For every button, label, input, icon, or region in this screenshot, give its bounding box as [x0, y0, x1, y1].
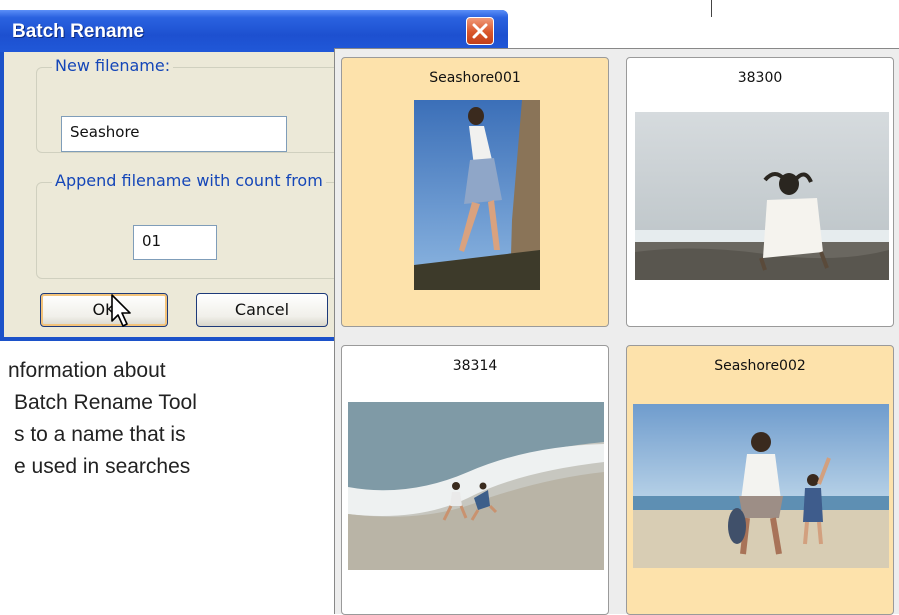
- new-filename-input[interactable]: Seashore: [61, 116, 287, 152]
- family-beach-photo: [633, 404, 889, 568]
- new-filename-label: New filename:: [52, 56, 174, 75]
- close-button[interactable]: [466, 17, 494, 45]
- thumbnail-card[interactable]: 38300: [626, 57, 894, 327]
- append-count-label: Append filename with count from: [52, 171, 326, 190]
- cancel-button[interactable]: Cancel: [196, 293, 328, 327]
- background-body-text: nformation about Batch Rename Tool s to …: [0, 355, 334, 483]
- body-text-line: Batch Rename Tool: [14, 391, 197, 414]
- count-input[interactable]: 01: [133, 225, 217, 260]
- body-text-line: nformation about: [8, 359, 166, 382]
- seashore-photo: [414, 100, 540, 290]
- mouse-pointer-icon: [111, 294, 131, 327]
- thumbnail-card[interactable]: Seashore001: [341, 57, 609, 327]
- thumbnail-panel: Seashore001 38300 38314 Seashore002: [334, 48, 899, 615]
- thumbnail-name: 38314: [452, 358, 498, 374]
- dialog-title-bar[interactable]: Batch Rename: [0, 10, 508, 52]
- thumbnail-name: 38300: [737, 70, 783, 86]
- dialog-title: Batch Rename: [12, 21, 144, 42]
- cartwheel-beach-photo: [348, 402, 604, 570]
- thumbnail-name: Seashore002: [714, 358, 806, 374]
- thumbnail-card[interactable]: Seashore002: [626, 345, 894, 615]
- divider-line: [711, 0, 712, 17]
- close-icon: [472, 23, 488, 39]
- ok-button[interactable]: OK: [40, 293, 168, 327]
- beach-chair-photo: [635, 112, 889, 280]
- body-text-line: e used in searches: [14, 455, 191, 478]
- thumbnail-name: Seashore001: [429, 70, 521, 86]
- thumbnail-card[interactable]: 38314: [341, 345, 609, 615]
- body-text-line: s to a name that is: [14, 423, 186, 446]
